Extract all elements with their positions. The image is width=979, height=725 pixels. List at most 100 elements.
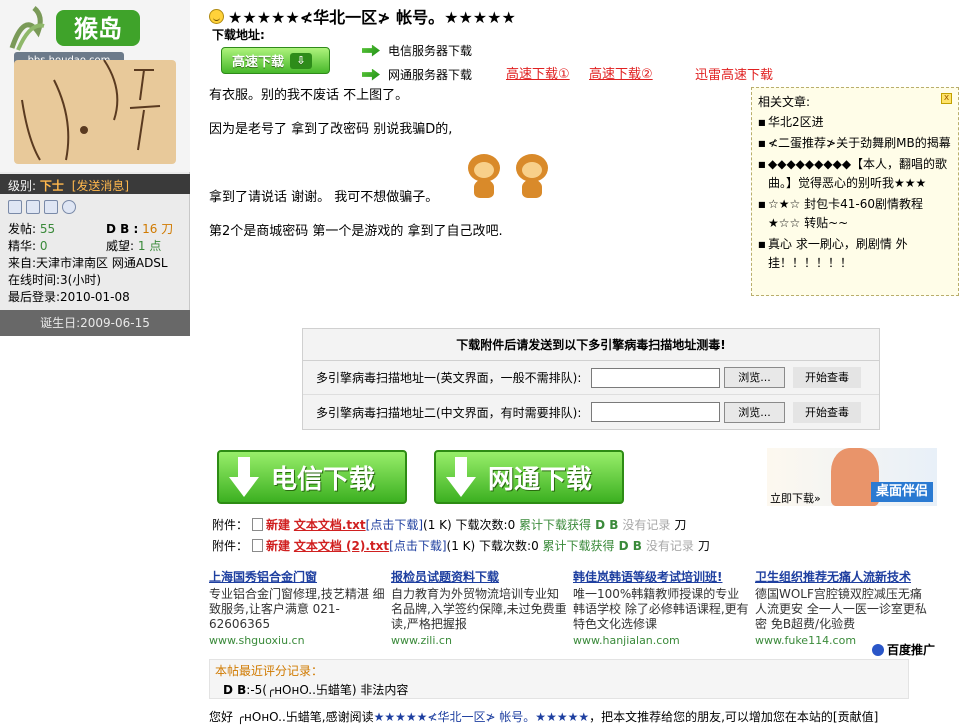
attachment-prefix: 附件： bbox=[212, 518, 249, 532]
baidu-promotion[interactable]: 百度推广 bbox=[872, 641, 935, 658]
post-line: 有衣服。别的我不废话 不上图了。 bbox=[209, 88, 409, 103]
netcom-server-link[interactable]: 网通服务器下载 bbox=[362, 66, 472, 83]
telecom-server-link[interactable]: 电信服务器下载 bbox=[362, 42, 472, 59]
rating-record-text: :-5(╭нOнO..卐蜡笔) 非法内容 bbox=[246, 683, 409, 697]
ad-url[interactable]: www.hanjialan.com bbox=[573, 633, 749, 648]
posts-label: 发帖: bbox=[8, 222, 37, 236]
related-article-link[interactable]: ◆◆◆◆◆◆◆◆◆【本人，翻唱的歌曲。】觉得恶心的别听我★★★ bbox=[758, 155, 952, 193]
baidu-promotion-label: 百度推广 bbox=[887, 643, 936, 657]
smiley-icon bbox=[209, 8, 224, 24]
attachment-unit: 刀 bbox=[674, 518, 687, 532]
scan-row-1: 多引擎病毒扫描地址一(英文界面，一般不需排队): 浏览... 开始查毒 bbox=[303, 361, 879, 395]
telecom-download-button[interactable]: 电信下载 bbox=[217, 450, 407, 504]
post-line: 拿到了请说话 谢谢。 我可不想做骗子。 bbox=[209, 190, 439, 205]
scan-file-input-1[interactable] bbox=[591, 367, 720, 388]
fast-download-1-link[interactable]: 高速下载① bbox=[506, 63, 570, 82]
text-file-icon bbox=[252, 518, 264, 531]
prestige-label: 威望: bbox=[106, 239, 135, 253]
send-message-link[interactable]: [发送消息] bbox=[72, 179, 129, 193]
prestige-value: 1 点 bbox=[137, 239, 162, 253]
ad-description: 专业铝合金门窗修理,技艺精湛 细致服务,让客户满意 021-62606365 bbox=[209, 587, 385, 631]
attachment-db: D B bbox=[595, 517, 619, 532]
rating-record-row: D B:-5(╭нOнO..卐蜡笔) 非法内容 bbox=[215, 681, 903, 698]
attachment-filename[interactable]: 文本文档.txt bbox=[294, 516, 366, 533]
footer-suffix: ，把本文推荐给您的朋友,可以增加您在本站的[贡献值] bbox=[589, 710, 879, 724]
attachment-no-record: 没有记录 bbox=[622, 518, 671, 532]
ad-block[interactable]: 报检员试题资料下载 自力教育为外贸物流培训专业知名品牌,入学签约保障,未过免费重… bbox=[391, 570, 567, 648]
download-arrow-icon bbox=[229, 457, 259, 497]
related-articles-box: 相关文章: x 华北2区进 ≮二蛋推荐≯关于劲舞刷MB的揭幕 ◆◆◆◆◆◆◆◆◆… bbox=[751, 87, 959, 296]
profile-actions bbox=[8, 200, 76, 216]
ad-block[interactable]: 韩佳岚韩语等级考试培训班! 唯一100%韩籍教师授课的专业韩语学校 除了必修韩语… bbox=[573, 570, 749, 648]
ad-block[interactable]: 卫生组织推荐无痛人流新技术 德国WOLF宫腔镜双腔减压无痛人流更安 全一人一医一… bbox=[755, 570, 931, 648]
related-articles-title: 相关文章: bbox=[758, 95, 811, 109]
netcom-server-label: 网通服务器下载 bbox=[388, 68, 473, 82]
logo-text: 猴岛 bbox=[74, 15, 122, 43]
monkey-emoticons bbox=[462, 154, 558, 200]
text-file-icon bbox=[252, 539, 264, 552]
start-scan-button-1[interactable]: 开始查毒 bbox=[793, 367, 861, 388]
avatar-image bbox=[14, 59, 176, 164]
related-article-link[interactable]: 华北2区进 bbox=[758, 113, 952, 132]
ad-url[interactable]: www.shguoxiu.cn bbox=[209, 633, 385, 648]
ad-download-now[interactable]: 立即下载» bbox=[770, 490, 821, 506]
ad-title[interactable]: 报检员试题资料下载 bbox=[391, 570, 567, 585]
ad-url[interactable]: www.zili.cn bbox=[391, 633, 567, 648]
ad-title[interactable]: 卫生组织推荐无痛人流新技术 bbox=[755, 570, 931, 585]
attachment-filename[interactable]: 文本文档 (2).txt bbox=[294, 537, 389, 554]
virus-scan-header: 下载附件后请发送到以下多引擎病毒扫描地址测毒! bbox=[303, 329, 879, 361]
green-arrow-icon bbox=[362, 44, 380, 57]
add-friend-icon[interactable] bbox=[44, 200, 58, 214]
attachment-accumulated: 累计下载获得 bbox=[519, 518, 592, 532]
fast-download-button[interactable]: 高速下载 ⇩ bbox=[221, 47, 330, 74]
related-article-link[interactable]: ☆★☆ 封包卡41-60剧情教程★☆☆ 转贴~~ bbox=[758, 195, 952, 233]
telecom-download-label: 电信下载 bbox=[271, 464, 376, 495]
post-title-text: ★★★★★≮华北一区≯ 帐号。★★★★★ bbox=[228, 8, 516, 27]
xunlei-download-link[interactable]: 迅雷高速下载 bbox=[695, 64, 773, 83]
avatar[interactable]: 猴岛 bbs.houdao.com bbox=[0, 0, 190, 172]
ad-description: 自力教育为外贸物流培训专业知名品牌,入学签约保障,未过免费重读,严格把握报 bbox=[391, 587, 567, 631]
attachment-download-link[interactable]: [点击下载] bbox=[366, 516, 423, 533]
qq-icon[interactable] bbox=[62, 200, 76, 214]
ad-title[interactable]: 上海国秀铝合金门窗 bbox=[209, 570, 385, 585]
scan-file-input-2[interactable] bbox=[591, 402, 720, 422]
author-online-time: 在线时间:3(小时) bbox=[8, 273, 102, 287]
close-icon[interactable]: x bbox=[941, 93, 952, 104]
download-arrow-icon bbox=[446, 457, 476, 497]
post-line: 因为是老号了 拿到了改密码 别说我骗D的, bbox=[209, 122, 453, 137]
rating-record-box: 本帖最近评分记录： D B:-5(╭нOнO..卐蜡笔) 非法内容 bbox=[209, 659, 909, 699]
scan-address-2-label: 多引擎病毒扫描地址二(中文界面，有时需要排队): bbox=[316, 405, 582, 420]
netcom-download-button[interactable]: 网通下载 bbox=[434, 450, 624, 504]
ad-block[interactable]: 上海国秀铝合金门窗 专业铝合金门窗修理,技艺精湛 细致服务,让客户满意 021-… bbox=[209, 570, 385, 648]
browse-button-2[interactable]: 浏览... bbox=[724, 401, 785, 423]
ad-title[interactable]: 韩佳岚韩语等级考试培训班! bbox=[573, 570, 749, 585]
related-article-link[interactable]: ≮二蛋推荐≯关于劲舞刷MB的揭幕 bbox=[758, 134, 952, 153]
attachment-download-count: 下载次数:0 bbox=[479, 539, 539, 553]
virus-scan-panel: 下载附件后请发送到以下多引擎病毒扫描地址测毒! 多引擎病毒扫描地址一(英文界面，… bbox=[302, 328, 880, 430]
db-label: D B : bbox=[106, 222, 139, 236]
post-line: 第2个是商城密码 第一个是游戏的 拿到了自己改吧. bbox=[209, 224, 503, 239]
profile-card-icon[interactable] bbox=[8, 200, 22, 214]
elite-label: 精华: bbox=[8, 239, 37, 253]
attachment-no-record: 没有记录 bbox=[645, 539, 694, 553]
ad-description: 德国WOLF宫腔镜双腔减压无痛人流更安 全一人一医一诊室更私密 免B超费/化验费 bbox=[755, 587, 927, 631]
author-birthday: 诞生日:2009-06-15 bbox=[0, 310, 190, 336]
rating-record-header: 本帖最近评分记录： bbox=[215, 664, 324, 678]
start-scan-button-2[interactable]: 开始查毒 bbox=[793, 401, 861, 423]
related-article-link[interactable]: 真心 求一刷心，刷剧情 外挂！！！！！！ bbox=[758, 235, 952, 273]
attachment-download-link[interactable]: [点击下载] bbox=[389, 537, 446, 554]
level-value: 下士 bbox=[39, 179, 64, 193]
attachment-accumulated: 累计下载获得 bbox=[542, 539, 615, 553]
footer-prefix: 您好 ╭нOнO..卐蜡笔,感谢阅读 bbox=[209, 710, 374, 724]
browse-button-1[interactable]: 浏览... bbox=[724, 367, 785, 388]
author-profile: 猴岛 bbs.houdao.com 级别: 下士 [发送消息] 发帖: 55 D… bbox=[0, 0, 190, 336]
attachment-size: (1 K) bbox=[446, 538, 476, 553]
desktop-companion-ad[interactable]: 立即下载» 桌面伴侣 bbox=[767, 448, 937, 506]
attachment-prefix: 附件： bbox=[212, 539, 249, 553]
attachment-download-count: 下载次数:0 bbox=[455, 518, 516, 532]
download-address-label: 下载地址: bbox=[212, 28, 265, 42]
monkey-icon bbox=[510, 154, 554, 198]
footer-post-link[interactable]: ★★★★★≮华北一区≯ 帐号。★★★★★ bbox=[374, 710, 590, 724]
fast-download-2-link[interactable]: 高速下载② bbox=[589, 63, 653, 82]
document-icon[interactable] bbox=[26, 200, 40, 214]
